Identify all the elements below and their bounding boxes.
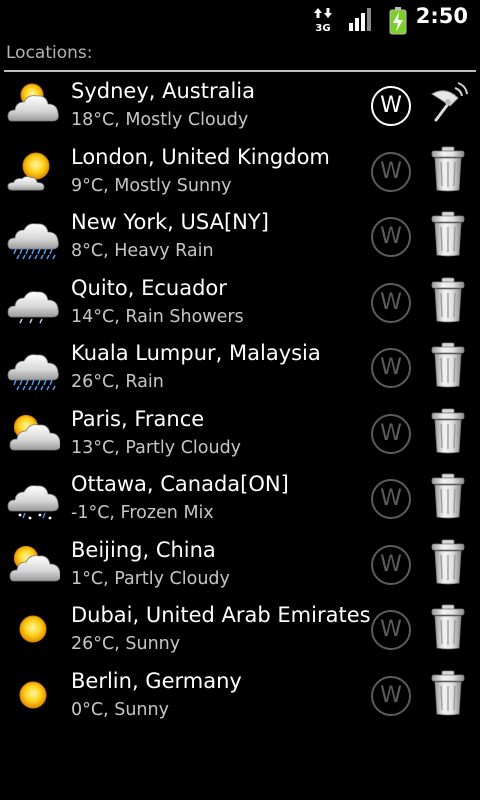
mostly-sunny-icon (7, 152, 50, 190)
widget-select-button[interactable]: W (371, 348, 411, 388)
status-bar: 3G 2:50 (0, 0, 480, 38)
location-name: Paris, France (71, 406, 205, 431)
location-condition: -1°C, Frozen Mix (71, 503, 214, 523)
location-condition: 14°C, Rain Showers (71, 306, 244, 327)
location-condition: 0°C, Sunny (71, 699, 169, 720)
location-condition: 26°C, Sunny (71, 634, 181, 654)
location-name: Beijing, China (71, 537, 216, 562)
location-name: New York, USA[NY] (71, 210, 269, 234)
trash-icon[interactable] (428, 342, 468, 388)
widget-select-button[interactable]: W (371, 282, 411, 323)
widget-select-button[interactable]: W (371, 151, 411, 192)
battery-charging-icon (389, 7, 407, 35)
trash-icon[interactable] (428, 211, 468, 257)
location-row[interactable]: Paris, France 13°C, Partly Cloudy W (0, 402, 480, 468)
location-condition: 18°C, Mostly Cloudy (71, 110, 249, 130)
location-row[interactable]: Dubai, United Arab Emirates 26°C, Sunny W (0, 598, 480, 664)
widget-select-button[interactable]: W (371, 479, 411, 519)
trash-icon[interactable] (428, 670, 468, 716)
trash-icon[interactable] (428, 604, 468, 650)
location-row[interactable]: London, United Kingdom 9°C, Mostly Sunny W (0, 140, 480, 206)
data-arrows-icon: 3G (314, 8, 332, 33)
location-condition: 9°C, Mostly Sunny (71, 175, 232, 196)
trash-icon[interactable] (428, 146, 468, 192)
location-row[interactable]: Quito, Ecuador 14°C, Rain Showers W (0, 271, 480, 337)
clock: 2:50 (415, 4, 468, 28)
partly-cloudy-icon (9, 414, 60, 450)
location-name: Sydney, Australia (71, 79, 255, 103)
gps-icon[interactable] (428, 80, 468, 126)
partly-cloudy-icon (9, 545, 60, 581)
locations-header: Locations: (0, 38, 480, 72)
trash-icon[interactable] (428, 539, 468, 585)
rain-showers-icon (7, 290, 59, 323)
widget-select-button[interactable]: W (371, 217, 411, 257)
location-condition: 13°C, Partly Cloudy (71, 437, 242, 458)
location-name: Quito, Ecuador (71, 275, 227, 300)
location-name: Ottawa, Canada[ON] (71, 472, 289, 496)
location-condition: 8°C, Heavy Rain (71, 241, 214, 261)
sunny-icon (19, 615, 47, 643)
widget-select-button[interactable]: W (371, 86, 411, 126)
location-name: London, United Kingdom (71, 144, 330, 169)
location-row[interactable]: Beijing, China 1°C, Partly Cloudy W (0, 533, 480, 599)
location-name: Berlin, Germany (71, 668, 242, 693)
location-row[interactable]: Ottawa, Canada[ON] -1°C, Frozen Mix W (0, 467, 480, 533)
location-name: Kuala Lumpur, Malaysia (71, 341, 321, 365)
location-row[interactable]: Sydney, Australia 18°C, Mostly Cloudy W (0, 74, 480, 140)
signal-icon (349, 8, 371, 31)
network-type-label: 3G (315, 23, 330, 33)
locations-title: Locations: (6, 43, 93, 63)
widget-select-button[interactable]: W (371, 610, 411, 650)
frozen-mix-icon (7, 485, 59, 520)
widget-select-button[interactable]: W (371, 675, 411, 716)
sunny-icon (19, 681, 47, 708)
location-row[interactable]: New York, USA[NY] 8°C, Heavy Rain W (0, 205, 480, 271)
rain-icon (7, 354, 59, 390)
widget-select-button[interactable]: W (371, 544, 411, 585)
location-condition: 26°C, Rain (71, 372, 164, 392)
location-row[interactable]: Kuala Lumpur, Malaysia 26°C, Rain W (0, 336, 480, 402)
trash-icon[interactable] (428, 277, 468, 323)
location-condition: 1°C, Partly Cloudy (71, 568, 230, 589)
trash-icon[interactable] (428, 408, 468, 454)
heavy-rain-icon (7, 223, 59, 259)
location-name: Dubai, United Arab Emirates (71, 603, 371, 627)
header-divider (4, 70, 476, 72)
mostly-cloudy-icon (7, 83, 59, 122)
location-row[interactable]: Berlin, Germany 0°C, Sunny W (0, 664, 480, 730)
widget-select-button[interactable]: W (371, 413, 411, 454)
trash-icon[interactable] (428, 473, 468, 519)
locations-list: Sydney, Australia 18°C, Mostly Cloudy W Lon… (0, 74, 480, 729)
